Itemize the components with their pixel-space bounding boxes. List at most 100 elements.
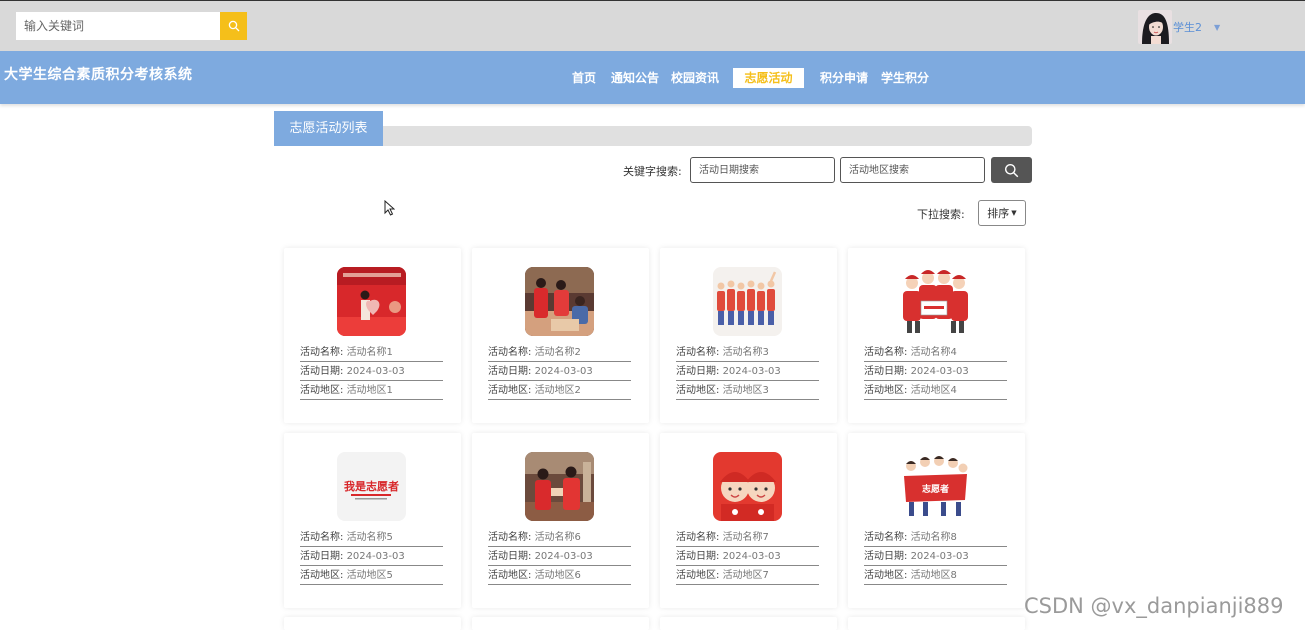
activity-date-row: 活动日期: 2024-03-03 [488, 362, 631, 381]
activity-image[interactable] [525, 267, 594, 336]
filter-search-button[interactable] [991, 157, 1032, 183]
activity-date-row: 活动日期: 2024-03-03 [864, 547, 1007, 566]
field-label: 活动日期: [676, 551, 720, 562]
mouse-cursor-icon [384, 200, 395, 216]
activity-card[interactable]: 志愿者 活动名称: 活动名称8 活动日期: 2024-03-03 活动地区: 活… [848, 433, 1025, 608]
activity-region-row: 活动地区: 活动地区1 [300, 381, 443, 400]
activity-region: 活动地区5 [346, 570, 393, 581]
logo-text: 我是志愿者 [344, 479, 399, 493]
activity-date: 2024-03-03 [722, 551, 781, 562]
user-menu[interactable]: 学生2 ▼ [1138, 10, 1220, 44]
nav-volunteer-activities[interactable]: 志愿活动 [733, 68, 804, 88]
activity-image[interactable]: 志愿者 [901, 452, 970, 521]
activity-name-row: 活动名称: 活动名称7 [676, 528, 819, 547]
activity-region: 活动地区7 [722, 570, 769, 581]
global-search-button[interactable] [220, 12, 247, 40]
global-search [16, 12, 247, 40]
field-label: 活动地区: [300, 570, 344, 581]
section-heading-bar [274, 126, 1032, 146]
activity-name-row: 活动名称: 活动名称1 [300, 343, 443, 362]
field-label: 活动地区: [676, 385, 720, 396]
activity-card[interactable]: 活动名称: 活动名称4 活动日期: 2024-03-03 活动地区: 活动地区4 [848, 248, 1025, 423]
activity-date: 2024-03-03 [346, 551, 405, 562]
field-label: 活动地区: [488, 385, 532, 396]
field-label: 活动名称: [488, 347, 532, 358]
field-label: 活动地区: [676, 570, 720, 581]
field-label: 活动地区: [300, 385, 344, 396]
field-label: 活动日期: [300, 551, 344, 562]
field-label: 活动名称: [864, 347, 908, 358]
field-label: 活动地区: [864, 570, 908, 581]
activity-image[interactable]: 我是志愿者 [337, 452, 406, 521]
activity-name: 活动名称2 [534, 347, 581, 358]
sort-dropdown-button[interactable]: 排序 ▼ [978, 200, 1026, 226]
section-title: 志愿活动列表 [274, 111, 383, 146]
chevron-down-icon[interactable]: ▼ [1214, 23, 1220, 32]
field-label: 活动地区: [864, 385, 908, 396]
activity-card[interactable]: 活动名称: 活动名称3 活动日期: 2024-03-03 活动地区: 活动地区3 [660, 248, 837, 423]
activity-card[interactable]: 活动名称: 活动名称2 活动日期: 2024-03-03 活动地区: 活动地区2 [472, 248, 649, 423]
activity-image[interactable] [901, 267, 970, 336]
banner-text: 志愿者 [922, 483, 949, 495]
sort-label: 排序 [987, 207, 1010, 220]
activity-name: 活动名称4 [910, 347, 957, 358]
activity-name-row: 活动名称: 活动名称6 [488, 528, 631, 547]
activity-card[interactable]: 活动名称: 活动名称7 活动日期: 2024-03-03 活动地区: 活动地区7 [660, 433, 837, 608]
activity-image[interactable] [713, 452, 782, 521]
activity-name: 活动名称3 [722, 347, 769, 358]
nav-student-points[interactable]: 学生积分 [881, 68, 929, 88]
activity-date: 2024-03-03 [910, 551, 969, 562]
activity-card[interactable]: 我是志愿者 活动名称: 活动名称5 活动日期: 2024-03-03 活动地区:… [284, 433, 461, 608]
activity-name-row: 活动名称: 活动名称3 [676, 343, 819, 362]
site-title: 大学生综合素质积分考核系统 [4, 67, 193, 83]
nav-points-application[interactable]: 积分申请 [820, 68, 868, 88]
activity-region-row: 活动地区: 活动地区3 [676, 381, 819, 400]
search-icon [1005, 163, 1019, 177]
activity-date: 2024-03-03 [346, 366, 405, 377]
top-bar: 学生2 ▼ [0, 0, 1305, 51]
activity-region: 活动地区4 [910, 385, 957, 396]
main-navbar: 大学生综合素质积分考核系统 首页 通知公告 校园资讯 志愿活动 积分申请 学生积… [0, 51, 1305, 104]
activity-date-row: 活动日期: 2024-03-03 [864, 362, 1007, 381]
activity-date-row: 活动日期: 2024-03-03 [300, 362, 443, 381]
field-label: 活动日期: [300, 366, 344, 377]
avatar[interactable] [1138, 10, 1172, 44]
nav-campus-news[interactable]: 校园资讯 [671, 68, 719, 88]
activity-name: 活动名称1 [346, 347, 393, 358]
nav-notices[interactable]: 通知公告 [611, 68, 659, 88]
activity-date-row: 活动日期: 2024-03-03 [676, 547, 819, 566]
activity-region: 活动地区6 [534, 570, 581, 581]
activity-region-row: 活动地区: 活动地区2 [488, 381, 631, 400]
activity-region: 活动地区8 [910, 570, 957, 581]
activity-name-row: 活动名称: 活动名称2 [488, 343, 631, 362]
activity-date-row: 活动日期: 2024-03-03 [300, 547, 443, 566]
field-label: 活动名称: [864, 532, 908, 543]
search-icon [228, 20, 239, 32]
activity-date-search-input[interactable] [690, 157, 835, 183]
activity-image[interactable] [337, 267, 406, 336]
activity-region-row: 活动地区: 活动地区7 [676, 566, 819, 585]
activity-card[interactable] [284, 617, 461, 630]
dropdown-search-label: 下拉搜索: [917, 208, 965, 221]
activity-card[interactable] [472, 617, 649, 630]
activity-card[interactable] [660, 617, 837, 630]
activity-card[interactable]: 活动名称: 活动名称6 活动日期: 2024-03-03 活动地区: 活动地区6 [472, 433, 649, 608]
field-label: 活动日期: [864, 366, 908, 377]
activity-date: 2024-03-03 [910, 366, 969, 377]
activity-image[interactable] [713, 267, 782, 336]
field-label: 活动名称: [676, 532, 720, 543]
activity-region-search-input[interactable] [840, 157, 985, 183]
activity-region: 活动地区3 [722, 385, 769, 396]
activity-image[interactable] [525, 452, 594, 521]
activity-date: 2024-03-03 [534, 551, 593, 562]
caret-down-icon: ▼ [1011, 209, 1017, 217]
field-label: 活动地区: [488, 570, 532, 581]
activity-card[interactable]: 活动名称: 活动名称1 活动日期: 2024-03-03 活动地区: 活动地区1 [284, 248, 461, 423]
activity-name: 活动名称5 [346, 532, 393, 543]
global-search-input[interactable] [16, 12, 220, 40]
field-label: 活动日期: [488, 366, 532, 377]
activity-card[interactable] [848, 617, 1025, 630]
field-label: 活动名称: [300, 347, 344, 358]
nav-home[interactable]: 首页 [572, 68, 596, 88]
username[interactable]: 学生2 [1173, 19, 1202, 35]
